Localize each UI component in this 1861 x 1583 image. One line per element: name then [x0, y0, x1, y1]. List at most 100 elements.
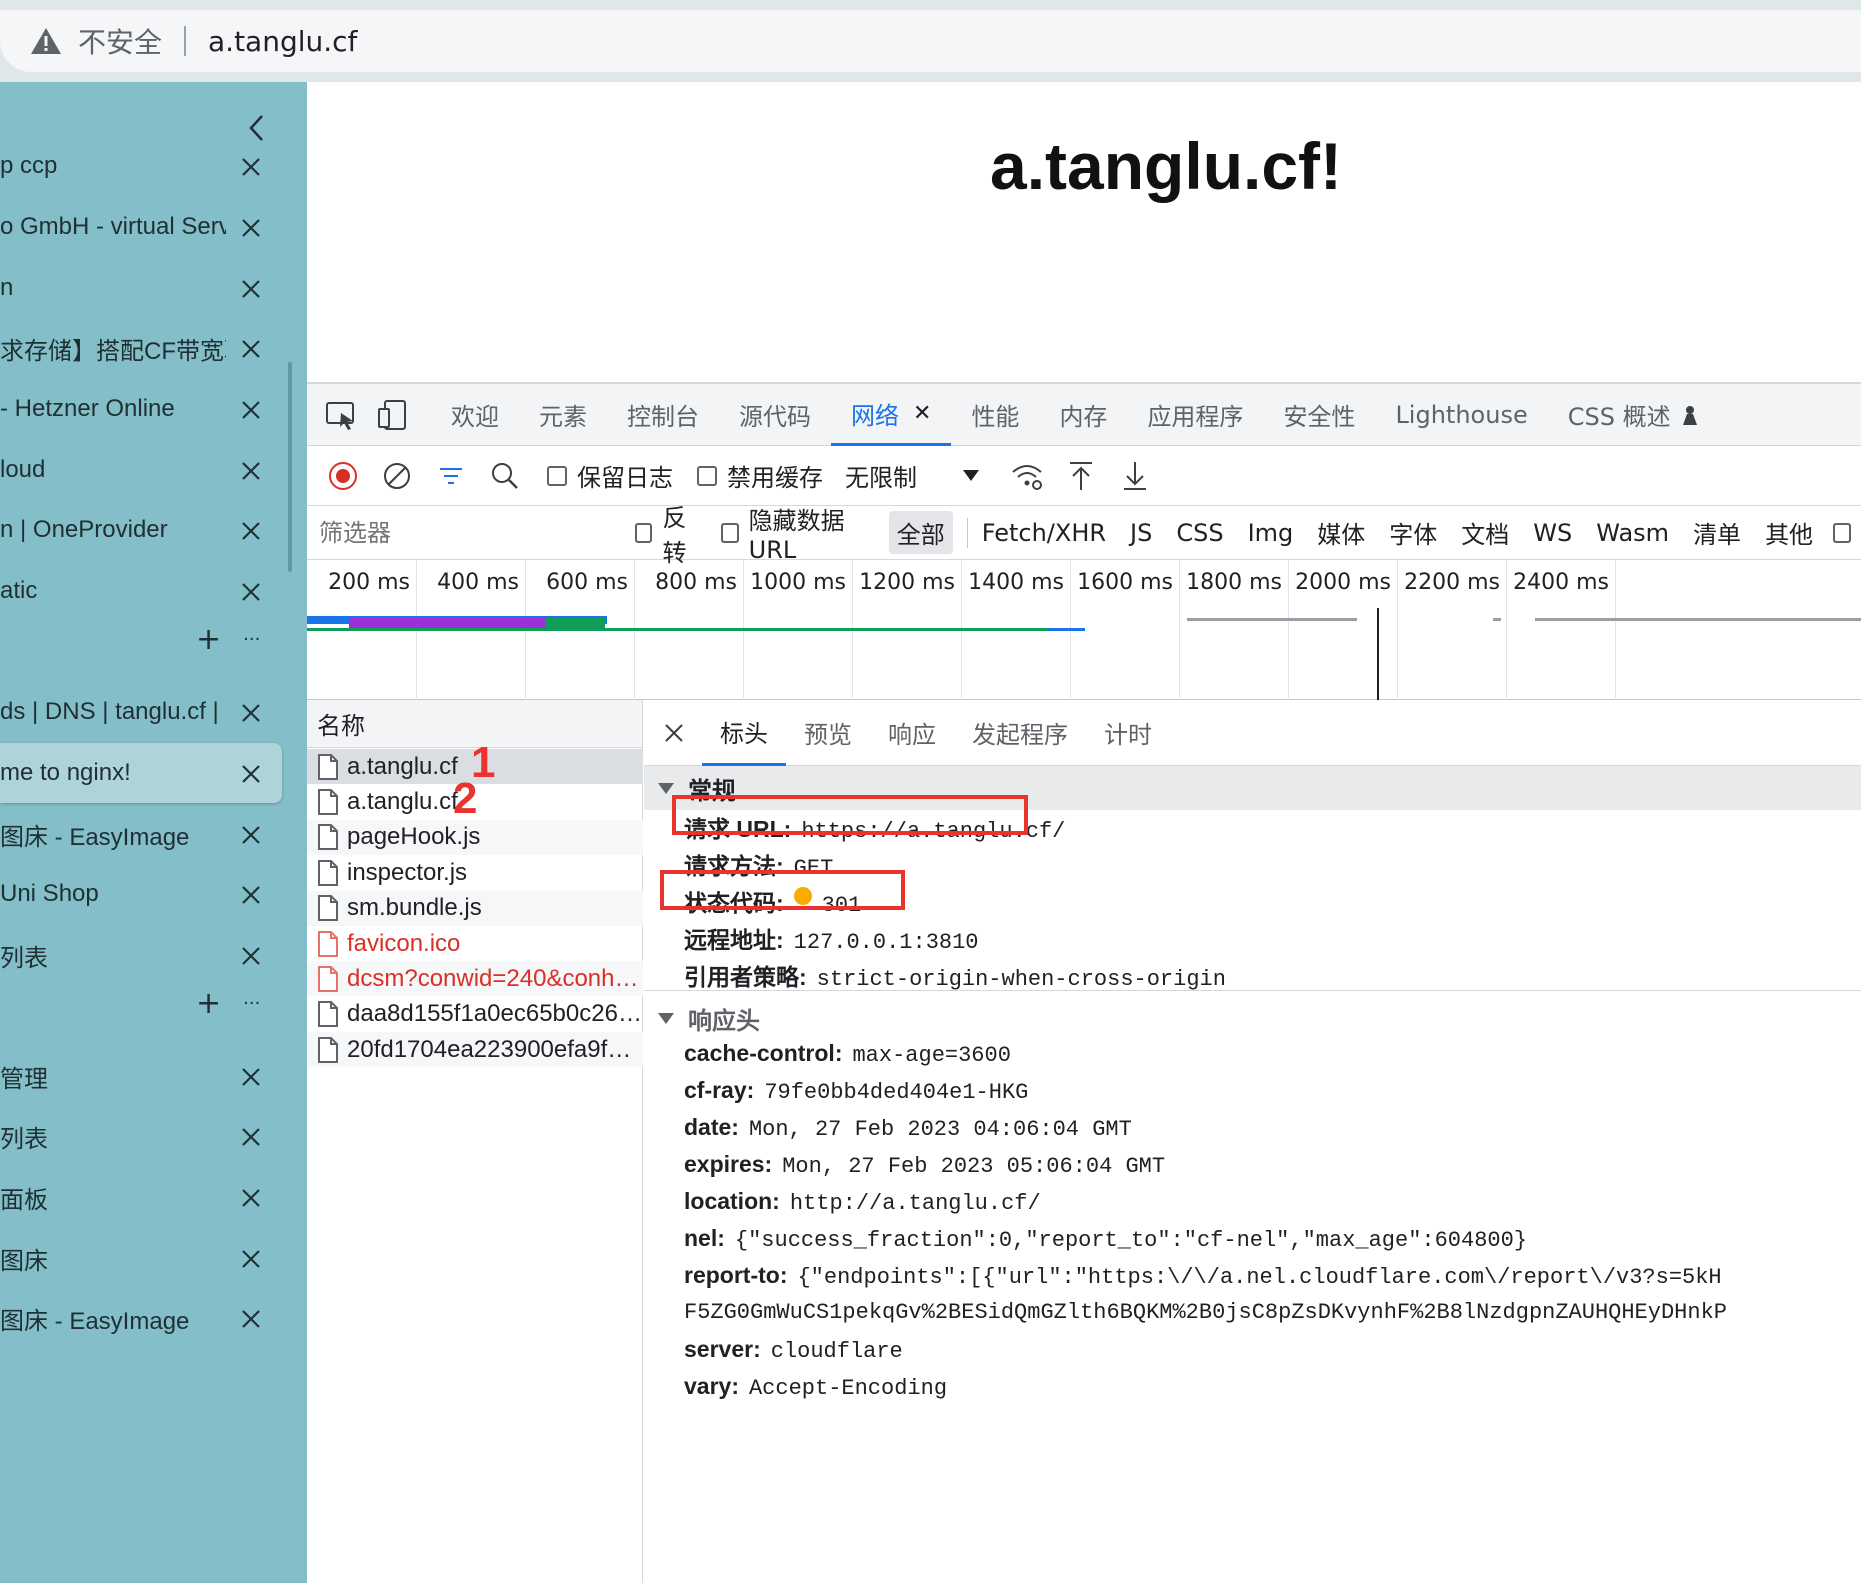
detail-tab[interactable]: 计时 — [1086, 700, 1170, 766]
sidebar-tab[interactable]: 图床 - EasyImage — [0, 1288, 282, 1348]
devtools-tab[interactable]: 网络 ✕ — [831, 384, 952, 446]
filter-type-button[interactable]: WS — [1525, 515, 1580, 551]
request-row[interactable]: daa8d155f1a0ec65b0c26330724383... — [307, 997, 643, 1032]
close-icon[interactable] — [658, 717, 690, 749]
filter-type-button[interactable]: Img — [1240, 515, 1302, 551]
request-row[interactable]: sm.bundle.js — [307, 890, 643, 926]
preserve-log-checkbox[interactable]: 保留日志 — [547, 458, 673, 493]
sidebar-tab[interactable]: 列表 — [0, 1106, 282, 1166]
devtools-tab[interactable]: 欢迎 — [431, 384, 519, 446]
sidebar-tab[interactable]: Uni Shop — [0, 864, 282, 924]
filter-type-button[interactable]: Fetch/XHR — [974, 515, 1114, 551]
header-value[interactable]: 79fe0bb4ded404e1-HKG — [764, 1080, 1028, 1105]
close-icon[interactable] — [240, 1060, 262, 1092]
close-icon[interactable] — [240, 696, 262, 728]
filter-type-button[interactable]: Wasm — [1588, 515, 1677, 551]
close-icon[interactable] — [240, 332, 262, 364]
close-icon[interactable] — [240, 757, 262, 789]
record-button[interactable] — [325, 458, 361, 494]
request-row[interactable]: dcsm?conwid=240&conhei=350&r... — [307, 961, 643, 997]
devtools-tab[interactable]: 性能 — [951, 384, 1039, 446]
filter-type-button[interactable]: 其他 — [1757, 511, 1821, 554]
request-row[interactable]: pageHook.js — [307, 819, 643, 855]
request-row[interactable]: inspector.js — [307, 855, 643, 890]
header-value[interactable]: {"success_fraction":0,"report_to":"cf-ne… — [735, 1228, 1527, 1253]
sidebar-tab[interactable]: 管理 — [0, 1046, 282, 1106]
devtools-tab[interactable]: 内存 — [1039, 384, 1127, 446]
detail-tab[interactable]: 标头 — [702, 700, 786, 766]
close-icon[interactable] — [240, 272, 262, 304]
search-button[interactable] — [487, 458, 523, 494]
close-icon[interactable] — [240, 1181, 262, 1213]
response-headers-section-header[interactable]: 响应头 — [644, 996, 1861, 1040]
sidebar-tab[interactable]: atic — [0, 561, 282, 621]
address-bar[interactable]: 不安全 a.tanglu.cf — [0, 10, 1861, 72]
security-label[interactable]: 不安全 — [78, 21, 162, 61]
sidebar-tab[interactable]: 图床 — [0, 1228, 282, 1288]
close-icon[interactable] — [240, 1120, 262, 1152]
filter-type-button[interactable]: JS — [1122, 515, 1160, 551]
close-icon[interactable] — [240, 514, 262, 546]
checkbox-box[interactable] — [720, 522, 739, 543]
request-row[interactable]: 20fd1704ea223900efa9fd4e869efb0... — [307, 1032, 643, 1068]
close-icon[interactable] — [240, 150, 262, 182]
close-icon[interactable] — [240, 211, 262, 243]
filter-type-button[interactable]: 字体 — [1381, 511, 1445, 554]
invert-checkbox[interactable]: 反转 — [635, 498, 703, 568]
filter-type-button[interactable]: 全部 — [888, 511, 953, 554]
sidebar-tab[interactable]: 面板 — [0, 1167, 282, 1227]
devtools-tab[interactable]: 安全性 — [1263, 384, 1375, 446]
clear-button[interactable] — [379, 458, 415, 494]
sidebar-tab[interactable]: 求存储】搭配CF带宽联 — [0, 318, 282, 378]
sidebar-tab[interactable]: - Hetzner Online — [0, 379, 282, 439]
hide-data-urls-checkbox[interactable]: 隐藏数据 URL — [720, 501, 879, 564]
checkbox-box[interactable] — [547, 465, 567, 486]
header-value[interactable]: cloudflare — [771, 1339, 903, 1364]
devtools-tab[interactable]: Lighthouse — [1375, 384, 1547, 446]
sidebar-tab[interactable]: ds | DNS | tanglu.cf | 2 — [0, 682, 282, 742]
close-icon[interactable] — [240, 1242, 262, 1274]
sidebar-scrollbar[interactable] — [288, 362, 292, 572]
close-tab-icon[interactable]: ✕ — [913, 401, 931, 426]
devtools-tab[interactable]: 源代码 — [719, 384, 831, 446]
close-icon[interactable] — [240, 1302, 262, 1334]
disable-cache-checkbox[interactable]: 禁用缓存 — [697, 458, 823, 493]
detail-tab[interactable]: 响应 — [870, 700, 954, 766]
devtools-tab[interactable]: 应用程序 — [1127, 384, 1263, 446]
export-har-button[interactable] — [1117, 458, 1153, 494]
more-filters-checkbox[interactable] — [1833, 522, 1851, 543]
sidebar-tab[interactable]: n — [0, 258, 282, 318]
devtools-tab[interactable]: CSS 概述 — [1548, 384, 1719, 446]
add-tab-button[interactable]: + — [196, 986, 221, 1021]
warning-icon[interactable] — [30, 26, 62, 56]
close-icon[interactable] — [240, 878, 262, 910]
sidebar-tab[interactable]: p ccp — [0, 136, 282, 196]
add-tab-button[interactable]: + — [196, 622, 221, 657]
more-options-button[interactable]: ··· — [243, 993, 260, 1014]
timeline-overview[interactable]: 200 ms 400 ms 600 ms 800 ms 1000 ms 1200 ms 14… — [307, 560, 1861, 700]
sidebar-tab[interactable]: 列表 — [0, 925, 282, 985]
filter-type-button[interactable]: CSS — [1168, 515, 1231, 551]
header-value[interactable]: F5ZG0GmWuCS1pekqGv%2BESidQmGZlth6BQKM%2B… — [684, 1300, 1727, 1325]
filter-toggle-button[interactable] — [433, 458, 469, 494]
sidebar-tab[interactable]: n | OneProvider — [0, 500, 282, 560]
device-toolbar-icon[interactable] — [375, 397, 411, 433]
header-value[interactable]: {"endpoints":[{"url":"https:\/\/a.nel.cl… — [797, 1265, 1721, 1290]
close-icon[interactable] — [240, 393, 262, 425]
import-har-button[interactable] — [1063, 458, 1099, 494]
close-icon[interactable] — [240, 939, 262, 971]
throttling-select[interactable]: 无限制 — [845, 458, 979, 493]
close-icon[interactable] — [240, 575, 262, 607]
sidebar-tab[interactable]: 图床 - EasyImage — [0, 804, 282, 864]
detail-tab[interactable]: 发起程序 — [954, 700, 1086, 766]
close-icon[interactable] — [240, 818, 262, 850]
sidebar-tab[interactable]: me to nginx! — [0, 743, 282, 803]
header-value[interactable]: Mon, 27 Feb 2023 05:06:04 GMT — [782, 1154, 1165, 1179]
url-text[interactable]: a.tanglu.cf — [208, 25, 357, 58]
filter-type-button[interactable]: 文档 — [1453, 511, 1517, 554]
detail-tab[interactable]: 预览 — [786, 700, 870, 766]
header-value[interactable]: Mon, 27 Feb 2023 04:06:04 GMT — [749, 1117, 1132, 1142]
devtools-tab[interactable]: 元素 — [519, 384, 607, 446]
devtools-tab[interactable]: 控制台 — [607, 384, 719, 446]
more-options-button[interactable]: ··· — [243, 629, 260, 650]
